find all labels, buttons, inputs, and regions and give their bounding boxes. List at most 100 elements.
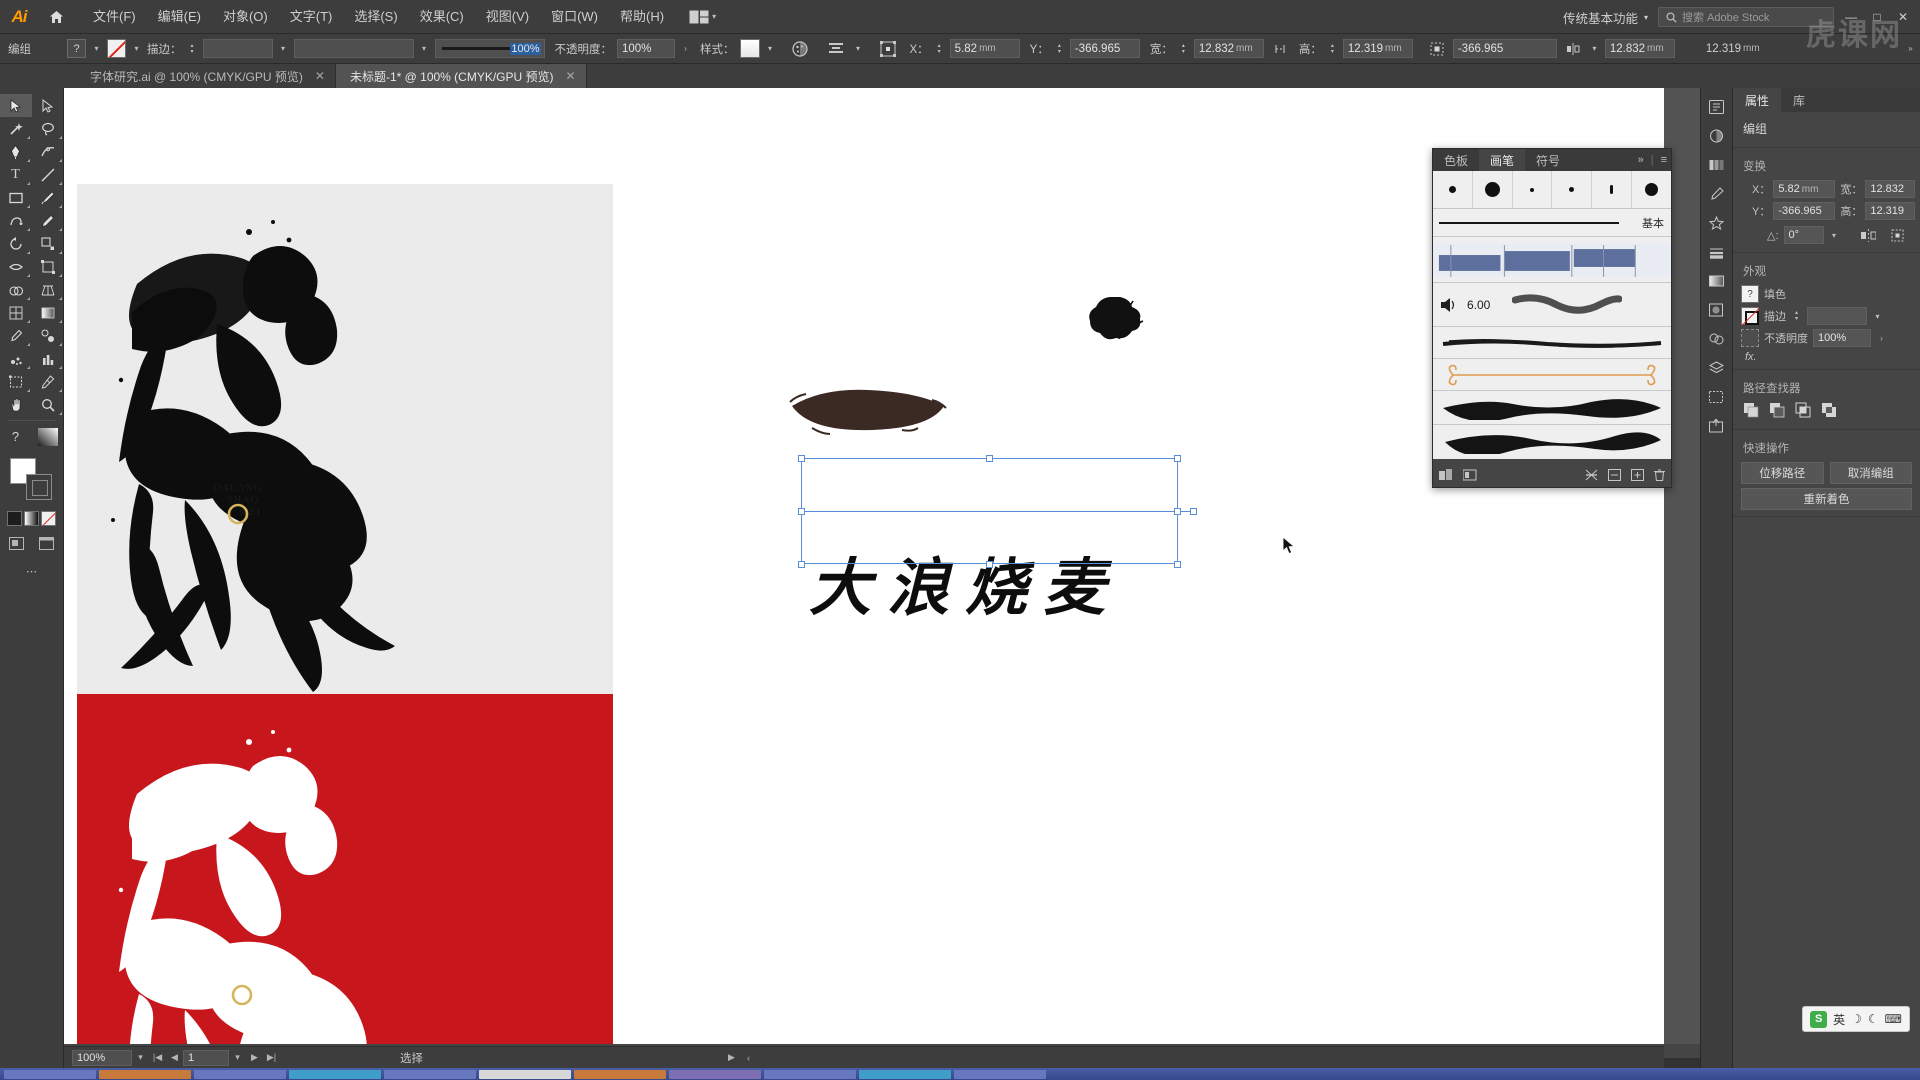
selection-handle-br[interactable] — [1174, 561, 1181, 568]
workspace-switcher[interactable]: 传统基本功能 ▾ — [1557, 8, 1654, 27]
brush-item-pattern[interactable] — [1433, 237, 1671, 283]
stroke-color-swatch[interactable] — [107, 39, 126, 58]
align-chevron-down-icon[interactable]: ▾ — [853, 40, 864, 58]
tab-libraries[interactable]: 库 — [1781, 88, 1817, 112]
x-stepper[interactable]: ▴ ▾ — [934, 40, 945, 58]
document-tab-1[interactable]: 字体研究.ai @ 100% (CMYK/GPU 预览) ✕ — [76, 64, 336, 88]
align-objects-icon[interactable] — [826, 38, 848, 60]
brush-options-icon[interactable] — [1608, 468, 1621, 484]
last-artboard-button[interactable]: ▶| — [263, 1049, 280, 1067]
graphic-style-swatch[interactable] — [739, 39, 760, 58]
zoom-level-field[interactable]: 100% — [72, 1049, 132, 1066]
stroke-style-field[interactable] — [293, 39, 414, 58]
flip-icon[interactable] — [1562, 38, 1584, 60]
edit-toolbar-icon[interactable]: ? — [0, 425, 32, 448]
h-stepper[interactable]: ▴ ▾ — [1327, 40, 1338, 58]
selection-handle-bl[interactable] — [798, 561, 805, 568]
maximize-button[interactable]: □ — [1864, 0, 1890, 34]
prop-x-field[interactable]: 5.82 mm — [1773, 180, 1836, 198]
appearance-stroke-swatch[interactable] — [1741, 307, 1759, 325]
home-icon[interactable] — [38, 0, 74, 34]
ink-blob-dot[interactable] — [1085, 293, 1155, 343]
taskbar-item[interactable] — [764, 1069, 856, 1079]
paintbrush-tool[interactable] — [32, 186, 64, 209]
ime-toolbar[interactable]: S 英 ☽ ☾ ⌨ — [1802, 1006, 1910, 1032]
stroke-color-indicator[interactable] — [25, 474, 52, 500]
brush-item-rough-3[interactable] — [1433, 425, 1671, 459]
selection-handle-bc[interactable] — [986, 561, 993, 568]
panel-menu-icon[interactable]: ≡ — [1661, 154, 1667, 166]
menu-file[interactable]: 文件(F) — [82, 0, 147, 34]
selection-anchor-handle[interactable] — [1190, 508, 1197, 515]
flip-horizontal-icon[interactable] — [1857, 224, 1881, 246]
taskbar-item[interactable] — [669, 1069, 761, 1079]
h-field[interactable]: 12.319 mm — [1342, 39, 1413, 58]
color-button[interactable] — [7, 511, 22, 526]
constrain-proportions-icon[interactable] — [1269, 38, 1291, 60]
appearance-stroke-chevron-down-icon[interactable]: ▾ — [1872, 307, 1883, 325]
brush-item-rough-2[interactable] — [1433, 391, 1671, 425]
crescent-icon[interactable]: ☾ — [1868, 1012, 1879, 1026]
menu-effect[interactable]: 效果(C) — [409, 0, 475, 34]
layers-icon[interactable] — [1703, 355, 1731, 381]
w-field[interactable]: 12.832 mm — [1193, 39, 1264, 58]
drawing-mode-icon[interactable] — [3, 532, 31, 554]
column-graph-tool[interactable] — [32, 347, 64, 370]
recolor-button[interactable]: 重新着色 — [1741, 488, 1912, 510]
artwork-calligraphy-white[interactable] — [77, 694, 613, 1074]
fill-chevron-down-icon[interactable]: ▾ — [91, 40, 102, 58]
y-field[interactable]: -366.965 — [1069, 39, 1140, 58]
prop-w-field[interactable]: 12.832 — [1865, 180, 1916, 198]
brush-swatch-6[interactable] — [1632, 171, 1671, 208]
artboards-icon[interactable] — [1703, 384, 1731, 410]
document-tab-2[interactable]: 未标题-1* @ 100% (CMYK/GPU 预览) ✕ — [335, 64, 587, 88]
taskbar-item[interactable] — [859, 1069, 951, 1079]
control-bar-overflow-icon[interactable]: » — [1905, 40, 1916, 58]
menu-edit[interactable]: 编辑(E) — [147, 0, 212, 34]
stroke-chevron-down-icon[interactable]: ▾ — [131, 40, 142, 58]
brushes-rail-icon[interactable] — [1703, 181, 1731, 207]
taskbar-item[interactable] — [99, 1069, 191, 1079]
appearance-fill-swatch[interactable]: ? — [1741, 285, 1759, 303]
selection-handle-mr[interactable] — [1174, 508, 1181, 515]
remove-brush-stroke-icon[interactable] — [1585, 469, 1598, 484]
close-button[interactable]: ✕ — [1890, 0, 1916, 34]
magic-wand-tool[interactable] — [0, 117, 32, 140]
direct-selection-tool[interactable] — [32, 94, 64, 117]
menu-select[interactable]: 选择(S) — [343, 0, 408, 34]
pathfinder-unite-icon[interactable] — [1743, 402, 1760, 423]
document-tab-2-close-icon[interactable]: ✕ — [566, 69, 576, 83]
artboard-chevron-down-icon[interactable]: ▾ — [229, 1049, 246, 1067]
variable-width-profile[interactable]: 100% — [434, 39, 545, 58]
properties-panel[interactable]: 属性 库 编组 变换 X： 5.82 mm Y： -366.965 宽： 12.… — [1732, 88, 1920, 1080]
hand-tool[interactable] — [0, 393, 32, 416]
brush-libraries-icon[interactable] — [1439, 468, 1453, 484]
slice-tool[interactable] — [32, 370, 64, 393]
tab-brushes[interactable]: 画笔 — [1479, 149, 1526, 171]
rectangle-tool[interactable] — [0, 186, 32, 209]
artboard-light[interactable]: DALANG SHAO MEI — [77, 184, 613, 694]
document-canvas[interactable]: DALANG SHAO MEI DALANG SHAO 大浪烧麦 — [64, 88, 1664, 1074]
selection-handle-ml[interactable] — [798, 508, 805, 515]
color-guide-icon[interactable] — [1703, 152, 1731, 178]
tab-properties[interactable]: 属性 — [1733, 88, 1782, 112]
pathfinder-minus-front-icon[interactable] — [1769, 402, 1786, 423]
taskbar-item[interactable] — [574, 1069, 666, 1079]
pen-tool[interactable] — [0, 140, 32, 163]
rotate-tool[interactable] — [0, 232, 32, 255]
new-brush-icon[interactable] — [1631, 468, 1644, 484]
zoom-chevron-down-icon[interactable]: ▾ — [132, 1049, 149, 1067]
tab-symbols[interactable]: 符号 — [1525, 149, 1572, 171]
pencil-tool[interactable] — [32, 209, 64, 232]
more-transform-options-icon[interactable] — [1886, 224, 1910, 246]
brush-item-arrow[interactable] — [1433, 359, 1671, 391]
fill-color-swatch[interactable]: ? — [67, 39, 86, 58]
none-button[interactable] — [41, 511, 56, 526]
taskbar-item[interactable] — [954, 1069, 1046, 1079]
angle-chevron-down-icon[interactable]: ▾ — [1829, 226, 1840, 244]
appearance-opacity-chevron-icon[interactable]: › — [1876, 329, 1887, 347]
brush-item-art[interactable]: 6.00 — [1433, 283, 1671, 327]
libraries-icon[interactable] — [1703, 94, 1731, 120]
stock-search-box[interactable]: 搜索 Adobe Stock — [1658, 7, 1834, 27]
type-tool[interactable]: T — [0, 163, 32, 186]
